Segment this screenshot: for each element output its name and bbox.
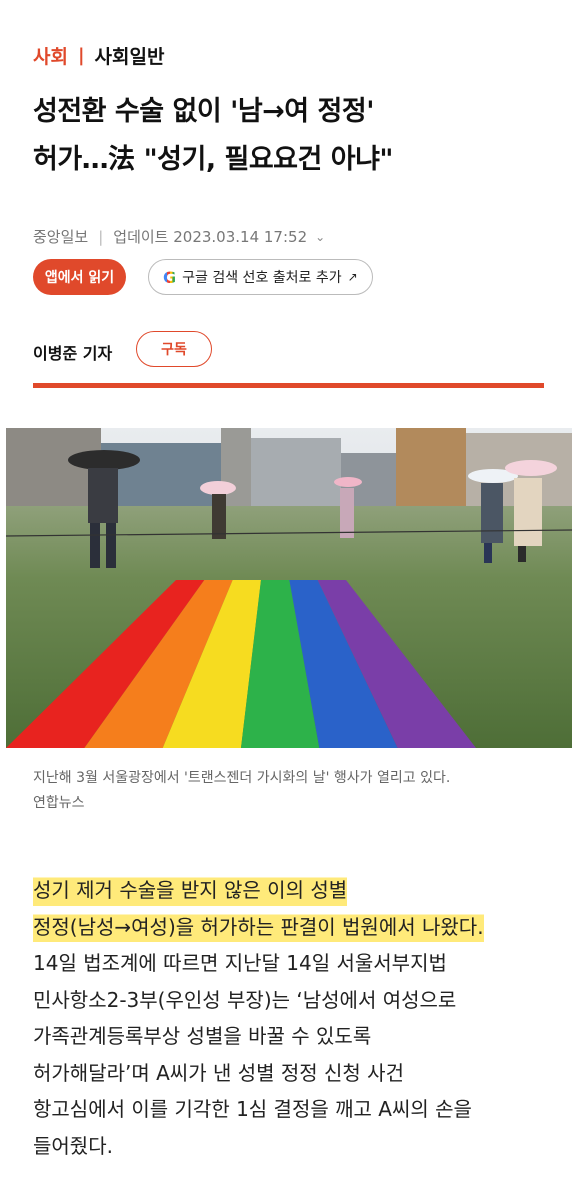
meta-divider: | bbox=[98, 227, 104, 246]
reporter-name[interactable]: 이병준 기자 bbox=[33, 340, 112, 364]
google-preferred-source-button[interactable]: G 구글 검색 선호 출처로 추가 ↗ bbox=[148, 259, 373, 295]
source-name: 중앙일보 bbox=[33, 228, 89, 246]
section-subcategory-link[interactable]: 사회일반 bbox=[95, 42, 165, 69]
article-meta: 중앙일보 | 업데이트 2023.03.14 17:52 ⌄ bbox=[33, 226, 325, 247]
updated-timestamp: 업데이트 2023.03.14 17:52 bbox=[113, 228, 308, 246]
plaza-rainbow-flag-image bbox=[6, 428, 572, 748]
highlighted-sentence-1: 성기 제거 수술을 받지 않은 이의 성별 bbox=[33, 872, 348, 909]
breadcrumb: 사회 | 사회일반 bbox=[33, 42, 164, 69]
breadcrumb-separator: | bbox=[77, 45, 85, 66]
body-line: 가족관계등록부상 성별을 바꿀 수 있도록 bbox=[33, 1024, 372, 1048]
chevron-down-icon[interactable]: ⌄ bbox=[315, 230, 325, 244]
article-photo[interactable] bbox=[6, 428, 572, 748]
headline-line-1: 성전환 수술 없이 '남→여 정정' bbox=[33, 96, 375, 127]
caption-text: 지난해 3월 서울광장에서 '트랜스젠더 가시화의 날' 행사가 열리고 있다. bbox=[33, 770, 451, 786]
headline-line-2: 허가…法 "성기, 필요요건 아냐" bbox=[33, 144, 394, 175]
body-line: 허가해달라’며 A씨가 낸 성별 정정 신청 사건 bbox=[33, 1060, 404, 1085]
read-in-app-button[interactable]: 앱에서 읽기 bbox=[33, 259, 126, 295]
photo-caption: 지난해 3월 서울광장에서 '트랜스젠더 가시화의 날' 행사가 열리고 있다.… bbox=[33, 766, 553, 816]
body-line: 민사항소2-3부(우인성 부장)는 ‘남성에서 여성으로 bbox=[33, 987, 457, 1012]
section-category-link[interactable]: 사회 bbox=[33, 42, 68, 69]
highlighted-sentence-2: 정정(남성→여성)을 허가하는 판결이 법원에서 나왔다. bbox=[33, 908, 484, 945]
google-logo-icon: G bbox=[163, 267, 177, 287]
photo-credit: 연합뉴스 bbox=[33, 795, 85, 811]
article-body: 성기 제거 수술을 받지 않은 이의 성별 정정(남성→여성)을 허가하는 판결… bbox=[33, 872, 563, 1164]
header-divider bbox=[33, 383, 544, 388]
arrow-up-right-icon: ↗ bbox=[347, 270, 358, 284]
article-headline: 성전환 수술 없이 '남→여 정정' 허가…法 "성기, 필요요건 아냐" bbox=[33, 88, 553, 184]
body-line: 항고심에서 이를 기각한 1심 결정을 깨고 A씨의 손을 bbox=[33, 1097, 472, 1121]
subscribe-button[interactable]: 구독 bbox=[136, 331, 212, 367]
body-line: 들어줬다. bbox=[33, 1133, 113, 1158]
body-line: 14일 법조계에 따르면 지난달 14일 서울서부지법 bbox=[33, 951, 447, 975]
google-pref-label: 구글 검색 선호 출처로 추가 bbox=[182, 270, 342, 286]
